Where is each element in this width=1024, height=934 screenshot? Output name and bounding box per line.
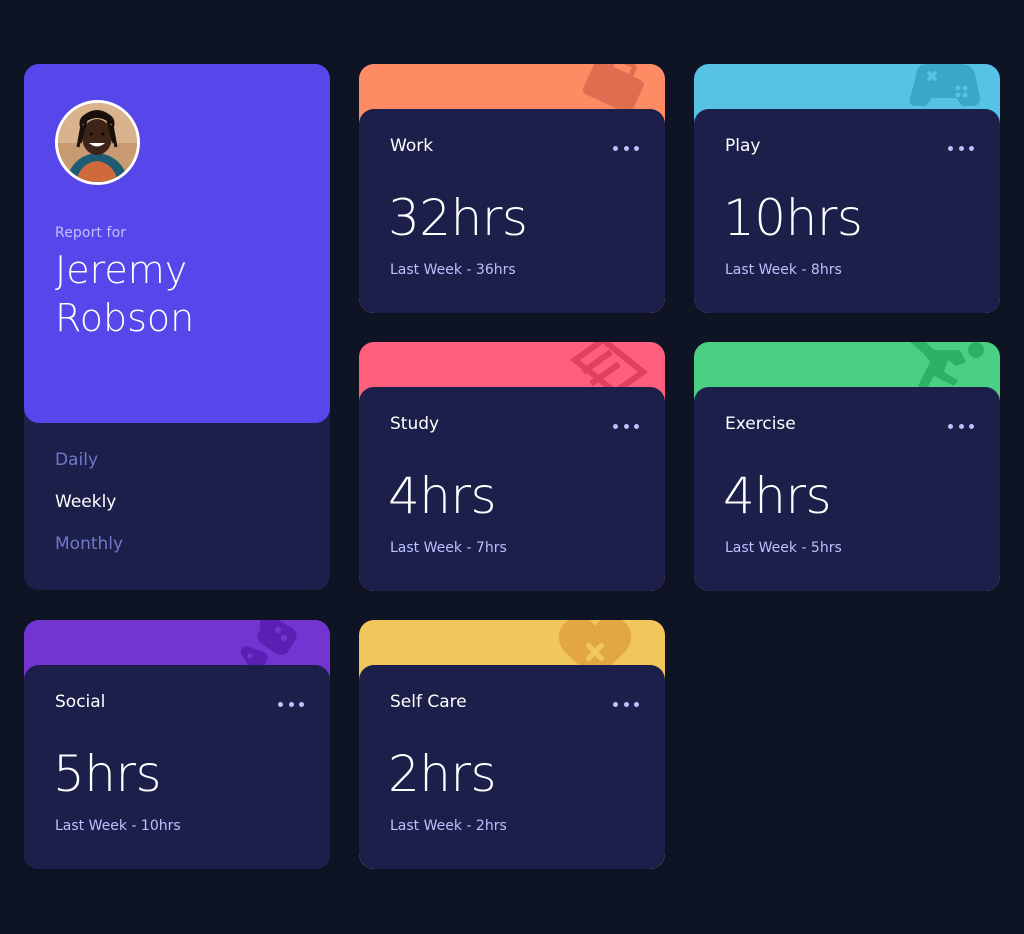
ellipsis-icon — [278, 701, 283, 707]
card-body: Study 4hrs Last Week - 7hrs — [359, 387, 665, 591]
ellipsis-icon — [613, 145, 618, 151]
current-hours: 2hrs — [388, 745, 497, 803]
timeframe-selector: Daily Weekly Monthly — [55, 450, 123, 576]
activity-card-social: Social 5hrs Last Week - 10hrs — [24, 620, 330, 869]
current-hours: 32hrs — [388, 189, 528, 247]
current-hours: 4hrs — [388, 467, 497, 525]
card-title: Study — [390, 414, 440, 434]
card-body: Self Care 2hrs Last Week - 2hrs — [359, 665, 665, 869]
card-title: Exercise — [725, 414, 796, 434]
social-options-button[interactable] — [278, 697, 304, 711]
current-hours: 10hrs — [723, 189, 863, 247]
card-title: Play — [725, 136, 761, 156]
timeframe-daily[interactable]: Daily — [55, 450, 123, 492]
card-title: Social — [55, 692, 106, 712]
profile-card: Report for Jeremy Robson Daily Weekly Mo… — [24, 64, 330, 590]
card-body: Play 10hrs Last Week - 8hrs — [694, 109, 1000, 313]
card-title: Self Care — [390, 692, 467, 712]
previous-hours: Last Week - 7hrs — [390, 540, 507, 556]
previous-hours: Last Week - 10hrs — [55, 818, 181, 834]
current-hours: 5hrs — [53, 745, 162, 803]
timeframe-monthly[interactable]: Monthly — [55, 534, 123, 576]
ellipsis-icon — [613, 701, 618, 707]
activity-card-play: Play 10hrs Last Week - 8hrs — [694, 64, 1000, 313]
avatar-photo-icon — [58, 103, 137, 182]
ellipsis-icon — [613, 423, 618, 429]
activity-card-exercise: Exercise 4hrs Last Week - 5hrs — [694, 342, 1000, 591]
ellipsis-icon — [948, 423, 953, 429]
card-title: Work — [390, 136, 434, 156]
self-care-options-button[interactable] — [613, 697, 639, 711]
report-for-label: Report for — [55, 225, 127, 241]
exercise-options-button[interactable] — [948, 419, 974, 433]
card-body: Exercise 4hrs Last Week - 5hrs — [694, 387, 1000, 591]
previous-hours: Last Week - 8hrs — [725, 262, 842, 278]
play-options-button[interactable] — [948, 141, 974, 155]
work-options-button[interactable] — [613, 141, 639, 155]
study-options-button[interactable] — [613, 419, 639, 433]
previous-hours: Last Week - 2hrs — [390, 818, 507, 834]
ellipsis-icon — [948, 145, 953, 151]
activity-card-self-care: Self Care 2hrs Last Week - 2hrs — [359, 620, 665, 869]
profile-header: Report for Jeremy Robson — [24, 64, 330, 423]
previous-hours: Last Week - 5hrs — [725, 540, 842, 556]
user-name: Jeremy Robson — [55, 248, 195, 340]
timeframe-weekly[interactable]: Weekly — [55, 492, 123, 534]
card-body: Work 32hrs Last Week - 36hrs — [359, 109, 665, 313]
time-tracking-dashboard: Report for Jeremy Robson Daily Weekly Mo… — [0, 0, 1024, 934]
previous-hours: Last Week - 36hrs — [390, 262, 516, 278]
card-body: Social 5hrs Last Week - 10hrs — [24, 665, 330, 869]
current-hours: 4hrs — [723, 467, 832, 525]
activity-card-study: Study 4hrs Last Week - 7hrs — [359, 342, 665, 591]
avatar — [55, 100, 140, 185]
activity-card-work: Work 32hrs Last Week - 36hrs — [359, 64, 665, 313]
